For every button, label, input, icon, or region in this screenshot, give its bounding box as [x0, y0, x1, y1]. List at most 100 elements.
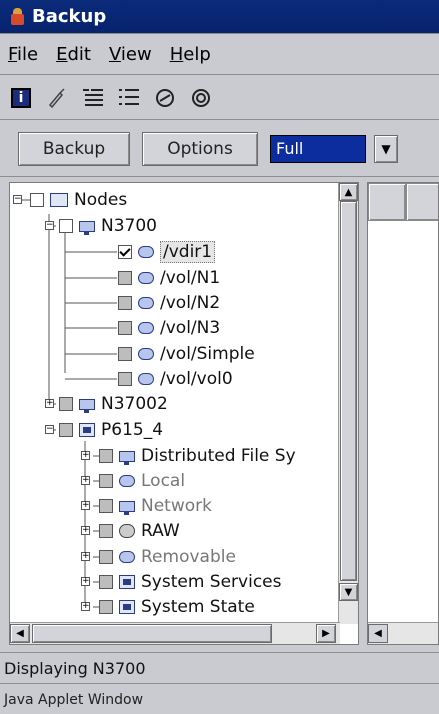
vol-simple-checkbox[interactable] — [118, 347, 132, 361]
expand-toggle[interactable]: + — [81, 501, 90, 510]
tree-item-label: /vol/N2 — [160, 293, 221, 313]
collapse-n3700-toggle[interactable]: − — [45, 221, 54, 230]
distributed-fs-checkbox[interactable] — [99, 449, 113, 463]
title-bar: Backup — [0, 0, 439, 34]
tree-item-label: Distributed File Sy — [141, 446, 296, 466]
chevron-down-icon[interactable]: ▼ — [374, 134, 398, 163]
expand-toggle[interactable]: + — [81, 476, 90, 485]
scroll-left-arrow-icon[interactable]: ◀ — [368, 624, 388, 643]
tree-item-local[interactable]: Local — [99, 469, 185, 493]
deselect-button[interactable] — [150, 83, 180, 113]
expand-n37002-toggle[interactable]: + — [45, 399, 54, 408]
vertical-scroll-thumb[interactable] — [340, 201, 357, 581]
applet-warning-text: Java Applet Window — [4, 692, 144, 708]
removable-checkbox[interactable] — [99, 550, 113, 564]
vol-n1-checkbox[interactable] — [118, 271, 132, 285]
collapse-p615-toggle[interactable]: − — [45, 425, 54, 434]
details-horizontal-scrollbar[interactable]: ◀ — [368, 622, 438, 644]
tree-item-p615[interactable]: P615_4 — [59, 418, 163, 442]
deselect-icon — [156, 88, 174, 107]
column-header[interactable] — [406, 183, 438, 221]
status-bar: Displaying N3700 — [0, 652, 439, 684]
backup-type-select[interactable]: Full ▼ — [270, 134, 398, 164]
nodes-checkbox[interactable] — [30, 193, 44, 207]
local-checkbox[interactable] — [99, 474, 113, 488]
tree-item-network[interactable]: Network — [99, 494, 212, 518]
n37002-checkbox[interactable] — [59, 397, 73, 411]
tree-item-n37002[interactable]: N37002 — [59, 392, 168, 416]
horizontal-scroll-thumb[interactable] — [32, 624, 272, 643]
collapse-nodes-toggle[interactable]: − — [13, 195, 22, 204]
vol-n3-checkbox[interactable] — [118, 321, 132, 335]
vol-n2-checkbox[interactable] — [118, 296, 132, 310]
tree-item-label: Local — [141, 471, 186, 491]
tree-item-system-state[interactable]: System State — [99, 595, 255, 619]
vdir1-checkbox[interactable] — [118, 245, 132, 259]
menu-help-label: elp — [183, 44, 211, 65]
status-text: Displaying N3700 — [4, 658, 146, 678]
tree-item-distributed-fs[interactable]: Distributed File Sy — [99, 444, 296, 468]
tree-item-vol-simple[interactable]: /vol/Simple — [118, 342, 255, 366]
expand-toggle[interactable]: + — [81, 602, 90, 611]
clear-button[interactable] — [42, 83, 72, 113]
raw-checkbox[interactable] — [99, 524, 113, 538]
menu-help-mnemonic: H — [169, 44, 184, 65]
menu-edit[interactable]: Edit — [56, 44, 91, 65]
system-state-checkbox[interactable] — [99, 600, 113, 614]
tree-item-raw[interactable]: RAW — [99, 519, 180, 543]
tree-item-nodes[interactable]: Nodes — [30, 188, 127, 212]
scroll-down-arrow-icon[interactable]: ▼ — [339, 583, 358, 601]
tree-item-vol-n3[interactable]: /vol/N3 — [118, 316, 220, 340]
system-services-checkbox[interactable] — [99, 575, 113, 589]
target-button[interactable] — [186, 83, 216, 113]
drive-icon — [138, 272, 154, 284]
expand-toggle[interactable]: + — [81, 451, 90, 460]
p615-checkbox[interactable] — [59, 423, 73, 437]
tree-vertical-scrollbar[interactable]: ▲ ▼ — [338, 183, 358, 624]
menu-view[interactable]: View — [109, 44, 152, 65]
expand-toggle[interactable]: + — [81, 552, 90, 561]
tree-item-system-services[interactable]: System Services — [99, 570, 281, 594]
backup-button[interactable]: Backup — [18, 131, 130, 166]
scroll-right-arrow-icon[interactable]: ▶ — [316, 624, 336, 643]
drive-icon — [138, 373, 154, 385]
tree-item-vol-n1[interactable]: /vol/N1 — [118, 266, 220, 290]
multi-server-icon — [79, 423, 95, 437]
vol-vol0-checkbox[interactable] — [118, 372, 132, 386]
n3700-checkbox[interactable] — [59, 219, 73, 233]
tree-item-vol-vol0[interactable]: /vol/vol0 — [118, 367, 233, 391]
expand-tree-button[interactable] — [78, 83, 108, 113]
expand-toggle[interactable]: + — [81, 577, 90, 586]
expand-toggle[interactable]: + — [81, 526, 90, 535]
drive-icon — [119, 475, 135, 487]
drive-icon — [119, 551, 135, 563]
menu-file[interactable]: File — [8, 44, 38, 65]
node-tree: − Nodes − N3700 /vdir1 /vol/N1 /vol/N2 /… — [9, 182, 359, 645]
target-icon — [192, 88, 210, 107]
tree-item-label: /vol/vol0 — [160, 369, 233, 389]
column-header[interactable] — [368, 183, 406, 221]
tree-item-label: System State — [141, 597, 255, 617]
options-button[interactable]: Options — [142, 131, 258, 166]
action-bar: Backup Options Full ▼ — [0, 121, 439, 177]
tree-horizontal-scrollbar[interactable]: ◀ ▶ — [10, 622, 340, 644]
info-button[interactable]: i — [6, 83, 36, 113]
menu-view-mnemonic: V — [108, 44, 121, 65]
tree-item-label: Nodes — [74, 190, 128, 210]
expand-tree-icon — [83, 88, 103, 106]
scroll-left-arrow-icon[interactable]: ◀ — [10, 624, 30, 643]
collapse-tree-button[interactable] — [114, 83, 144, 113]
menu-edit-mnemonic: E — [56, 44, 68, 65]
tree-item-removable[interactable]: Removable — [99, 545, 236, 569]
drive-icon — [138, 348, 154, 360]
menu-help[interactable]: Help — [170, 44, 211, 65]
tree-item-vdir1[interactable]: /vdir1 — [118, 240, 216, 264]
details-panel: ◀ — [367, 182, 439, 645]
tree-item-vol-n2[interactable]: /vol/N2 — [118, 291, 220, 315]
tree-item-n3700[interactable]: N3700 — [59, 214, 157, 238]
tree-item-label: N37002 — [101, 394, 168, 414]
scroll-up-arrow-icon[interactable]: ▲ — [339, 183, 358, 201]
menu-view-label: iew — [120, 44, 152, 65]
java-app-icon — [10, 7, 26, 26]
network-checkbox[interactable] — [99, 499, 113, 513]
